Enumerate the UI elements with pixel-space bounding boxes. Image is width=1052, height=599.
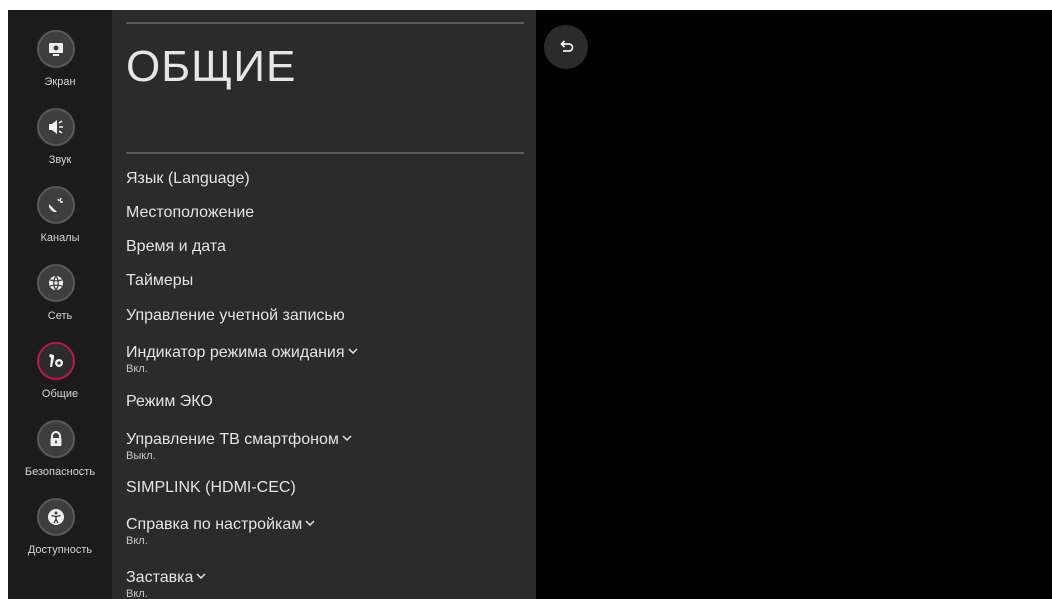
screen-icon (37, 30, 75, 68)
menu-item-location[interactable]: Местоположение (126, 204, 524, 222)
menu-item-screensaver[interactable]: Заставка Вкл. (126, 566, 524, 599)
menu-item-value: Вкл. (126, 535, 148, 547)
chevron-down-icon (342, 428, 352, 446)
menu-item-label: Индикатор режима ожидания (126, 344, 345, 361)
menu-item-language[interactable]: Язык (Language) (126, 170, 524, 188)
menu-item-value: Вкл. (126, 588, 148, 599)
wrench-gear-icon (37, 342, 75, 380)
sidebar-item-channels[interactable]: Каналы (8, 182, 112, 258)
menu-item-label: Заставка (126, 569, 194, 586)
sidebar-item-accessibility[interactable]: Доступность (8, 494, 112, 570)
accessibility-icon (37, 498, 75, 536)
chevron-down-icon (305, 513, 315, 531)
title-divider (126, 152, 524, 154)
sidebar-item-security[interactable]: Безопасность (8, 416, 112, 492)
menu-item-label: Справка по настройкам (126, 516, 303, 533)
menu-item-label: Язык (Language) (126, 170, 250, 187)
menu-item-label: SIMPLINK (HDMI-CEC) (126, 479, 296, 496)
menu-item-value: Выкл. (126, 450, 156, 462)
sidebar-item-sound[interactable]: Звук (8, 104, 112, 180)
menu-item-label: Местоположение (126, 204, 255, 221)
back-arrow-icon (560, 40, 574, 52)
sound-icon (37, 108, 75, 146)
menu-item-eco-mode[interactable]: Режим ЭКО (126, 393, 524, 411)
menu-item-settings-help[interactable]: Справка по настройкам Вкл. (126, 513, 524, 547)
tv-screen: Экран Звук Каналы Сеть Общие Безопасност… (8, 10, 1052, 599)
satellite-icon (37, 186, 75, 224)
menu-item-label: Управление ТВ смартфоном (126, 431, 339, 448)
sidebar-item-screen[interactable]: Экран (8, 26, 112, 102)
sidebar-item-general[interactable]: Общие (8, 338, 112, 414)
menu-item-smartphone-control[interactable]: Управление ТВ смартфоном Выкл. (126, 428, 524, 462)
menu-item-value: Вкл. (126, 363, 148, 375)
sidebar-item-label: Общие (41, 388, 79, 400)
sidebar-item-label: Экран (44, 76, 76, 88)
menu-item-time-date[interactable]: Время и дата (126, 238, 524, 256)
page-title: ОБЩИЕ (126, 42, 297, 91)
menu-item-standby-indicator[interactable]: Индикатор режима ожидания Вкл. (126, 341, 524, 375)
general-settings-panel: ОБЩИЕ Язык (Language) Местоположение Вре… (112, 10, 536, 599)
menu-item-label: Режим ЭКО (126, 393, 213, 410)
menu-item-label: Таймеры (126, 272, 194, 289)
menu-item-label: Управление учетной записью (126, 307, 345, 324)
sidebar-item-label: Звук (48, 154, 72, 166)
menu-item-account[interactable]: Управление учетной записью (126, 307, 524, 325)
menu-item-timers[interactable]: Таймеры (126, 272, 524, 290)
chevron-down-icon (348, 341, 358, 359)
sidebar-item-network[interactable]: Сеть (8, 260, 112, 336)
sidebar-item-label: Каналы (40, 232, 80, 244)
chevron-down-icon (196, 566, 206, 584)
settings-sidebar: Экран Звук Каналы Сеть Общие Безопасност… (8, 10, 112, 599)
sidebar-item-label: Сеть (47, 310, 73, 322)
sidebar-item-label: Безопасность (24, 466, 96, 478)
menu-item-label: Время и дата (126, 238, 226, 255)
lock-icon (37, 420, 75, 458)
top-divider (126, 22, 524, 24)
globe-icon (37, 264, 75, 302)
menu-item-simplink[interactable]: SIMPLINK (HDMI-CEC) (126, 479, 524, 497)
back-button[interactable] (544, 25, 588, 69)
sidebar-item-label: Доступность (27, 544, 93, 556)
